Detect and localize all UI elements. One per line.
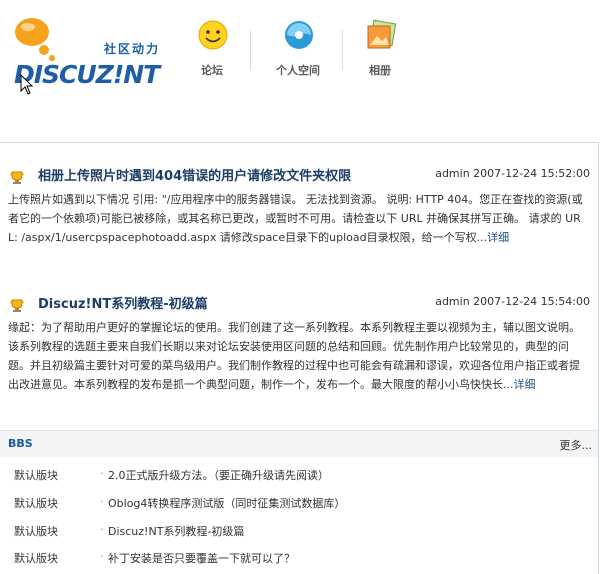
bullet-dot-icon: · bbox=[100, 467, 104, 480]
bbs-category[interactable]: 默认版块 bbox=[14, 550, 58, 566]
post-datetime: 2007-12-24 15:52:00 bbox=[473, 167, 590, 180]
personal-space-swirl-icon bbox=[285, 21, 313, 49]
nav-album[interactable]: 相册 bbox=[350, 18, 410, 78]
nav-personal-space-label: 个人空间 bbox=[276, 64, 320, 77]
bullet-dot-icon: · bbox=[100, 495, 104, 508]
photo-album-icon bbox=[367, 19, 397, 49]
post-body: 缘起：为了帮助用户更好的掌握论坛的使用。我们创建了这一系列教程。本系列教程主要以… bbox=[8, 318, 588, 394]
bullet-dot-icon: · bbox=[100, 550, 104, 563]
discuz-logo[interactable]: 社区动力 DISCUZ!NT bbox=[12, 14, 182, 89]
post-detail-link[interactable]: 详细 bbox=[514, 378, 536, 391]
bbs-title: BBS bbox=[8, 437, 33, 450]
bbs-list-item: 默认版块 · 2.0正式版升级方法。（要正确升级请先阅读） bbox=[0, 467, 598, 487]
bbs-more-link[interactable]: 更多... bbox=[560, 437, 593, 453]
bullet-dot-icon: · bbox=[100, 523, 104, 536]
bbs-section-header: BBS 更多... bbox=[0, 430, 598, 457]
post-author[interactable]: admin bbox=[435, 167, 469, 180]
bbs-list-item: 默认版块 · Oblog4转换程序测试版（同时征集测试数据库） bbox=[0, 495, 598, 515]
nav-album-label: 相册 bbox=[369, 64, 391, 77]
post-datetime: 2007-12-24 15:54:00 bbox=[473, 295, 590, 308]
nav-forum-label: 论坛 bbox=[201, 64, 223, 77]
bbs-subject-link[interactable]: 补丁安装是否只要覆盖一下就可以了？ bbox=[108, 550, 295, 566]
smiley-forum-icon bbox=[198, 20, 228, 50]
post-meta: admin 2007-12-24 15:52:00 bbox=[435, 167, 590, 180]
post-trophy-icon bbox=[10, 299, 24, 312]
post-detail-link[interactable]: 详细 bbox=[487, 231, 509, 244]
post-trophy-icon bbox=[10, 171, 24, 184]
bbs-subject-link[interactable]: Oblog4转换程序测试版（同时征集测试数据库） bbox=[108, 495, 345, 511]
bbs-category[interactable]: 默认版块 bbox=[14, 467, 58, 483]
post-body: 上传照片如遇到以下情况 引用: "/应用程序中的服务器错误。 无法找到资源。 说… bbox=[8, 190, 588, 247]
bbs-category[interactable]: 默认版块 bbox=[14, 495, 58, 511]
post-author[interactable]: admin bbox=[435, 295, 469, 308]
bbs-category[interactable]: 默认版块 bbox=[14, 523, 58, 539]
nav-divider bbox=[250, 30, 251, 70]
mouse-cursor-icon bbox=[20, 74, 34, 95]
main-panel: 相册上传照片时遇到404错误的用户请修改文件夹权限 admin 2007-12-… bbox=[0, 142, 599, 574]
bbs-list-item: 默认版块 · Discuz!NT系列教程-初级篇 bbox=[0, 523, 598, 543]
header: 社区动力 DISCUZ!NT 论坛 个人空间 相册 bbox=[0, 0, 600, 104]
post-title-link[interactable]: 相册上传照片时遇到404错误的用户请修改文件夹权限 bbox=[38, 165, 351, 184]
logo-brand: DISCUZ!NT bbox=[14, 60, 160, 89]
logo-slogan: 社区动力 bbox=[104, 42, 161, 56]
post-meta: admin 2007-12-24 15:54:00 bbox=[435, 295, 590, 308]
nav-personal-space[interactable]: 个人空间 bbox=[268, 18, 328, 78]
bbs-subject-link[interactable]: Discuz!NT系列教程-初级篇 bbox=[108, 523, 244, 539]
logo-bubble-icon bbox=[15, 18, 55, 61]
bbs-list-item: 默认版块 · 补丁安装是否只要覆盖一下就可以了？ bbox=[0, 550, 598, 570]
nav-forum[interactable]: 论坛 bbox=[182, 18, 242, 78]
nav-divider bbox=[342, 30, 343, 70]
post-title-link[interactable]: Discuz!NT系列教程-初级篇 bbox=[38, 293, 208, 312]
bbs-subject-link[interactable]: 2.0正式版升级方法。（要正确升级请先阅读） bbox=[108, 467, 329, 483]
post-excerpt: 缘起：为了帮助用户更好的掌握论坛的使用。我们创建了这一系列教程。本系列教程主要以… bbox=[8, 321, 580, 391]
